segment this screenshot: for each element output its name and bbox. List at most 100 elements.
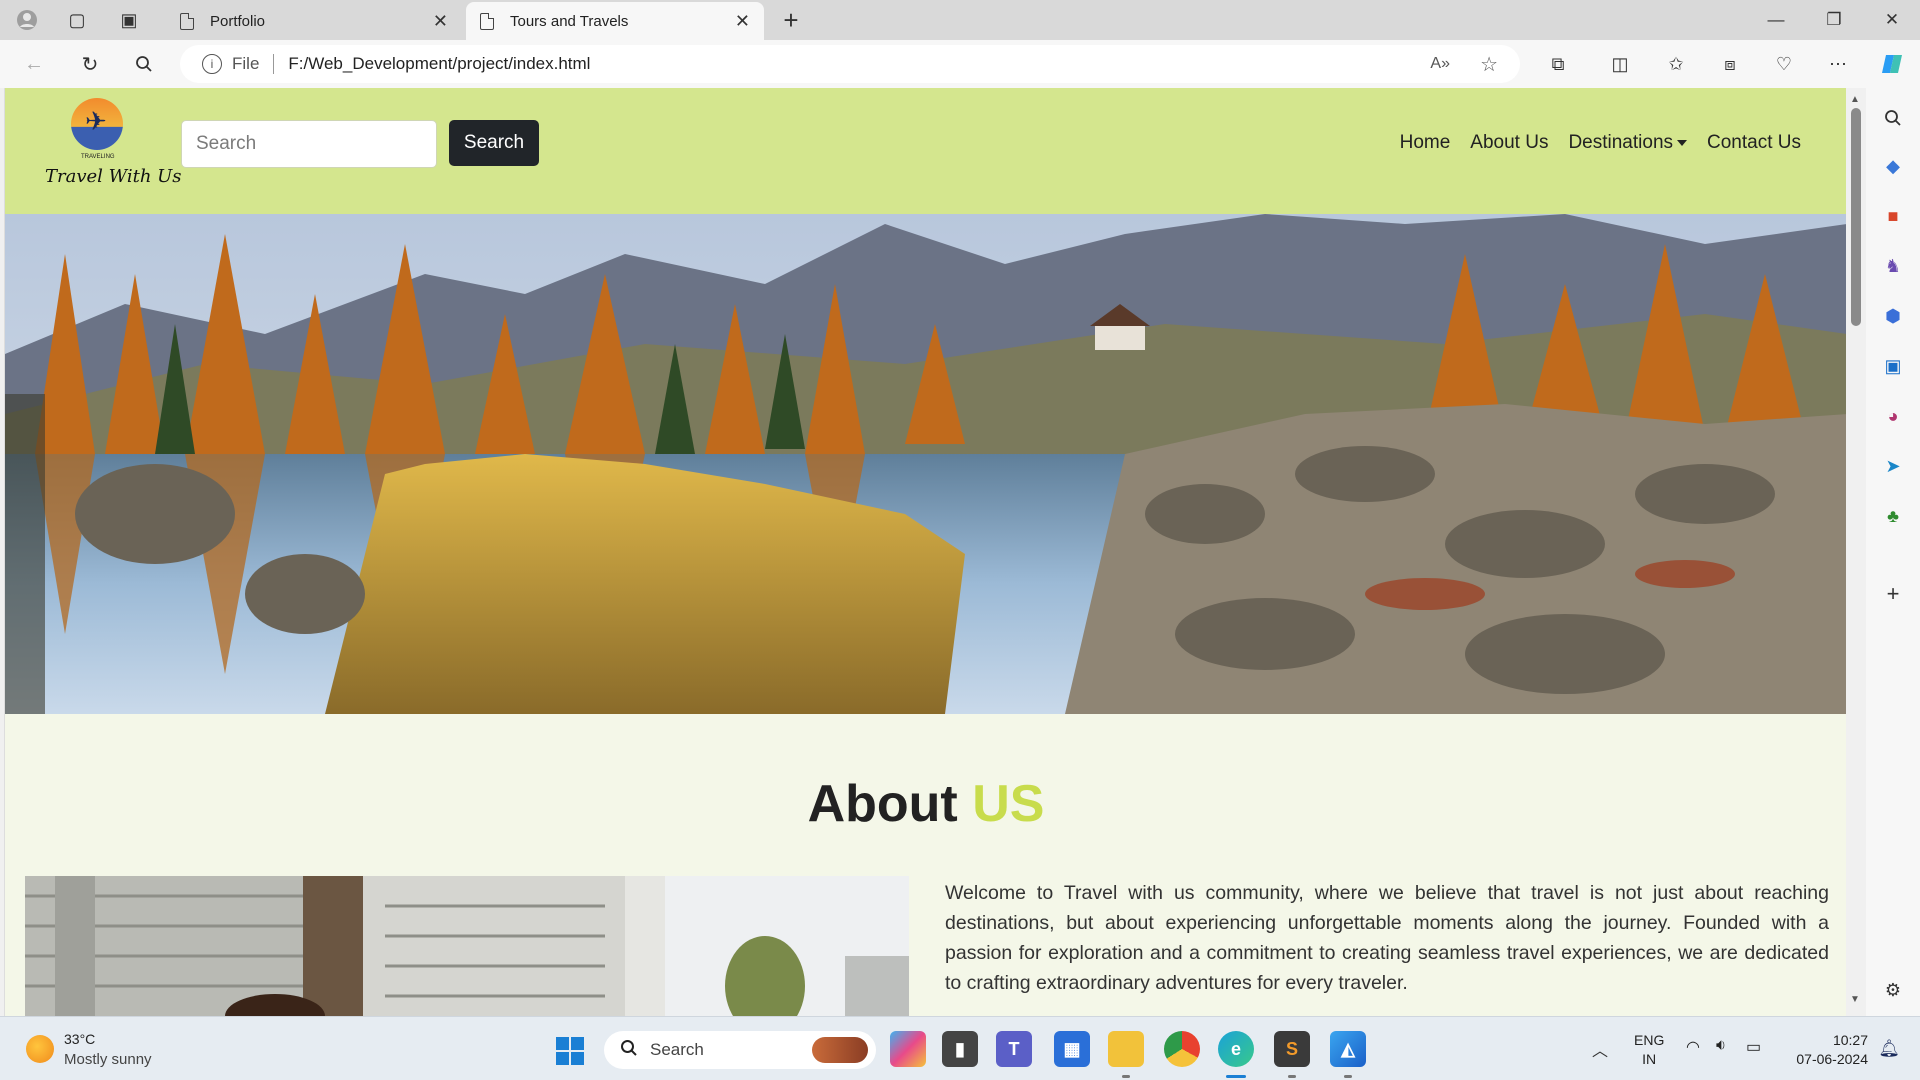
region-code: IN bbox=[1642, 1051, 1657, 1067]
about-paragraph: Welcome to Travel with us community, whe… bbox=[945, 882, 1829, 994]
close-icon[interactable]: ✕ bbox=[735, 11, 750, 32]
page-icon bbox=[180, 12, 194, 30]
nav-home[interactable]: Home bbox=[1400, 132, 1451, 154]
tree-icon[interactable]: ♣ bbox=[1881, 504, 1905, 528]
copilot-icon[interactable] bbox=[1876, 49, 1908, 79]
tools-icon[interactable]: ■ bbox=[1881, 204, 1905, 228]
more-menu-icon[interactable]: ⋯ bbox=[1822, 49, 1854, 79]
new-tab-button[interactable]: + bbox=[776, 5, 806, 35]
search-icon bbox=[620, 1039, 638, 1062]
about-title-accent: US bbox=[972, 775, 1045, 833]
send-icon[interactable]: ➤ bbox=[1881, 454, 1905, 478]
site-menu: Home About Us Destinations Contact Us bbox=[1400, 132, 1801, 154]
tab-title: Portfolio bbox=[210, 12, 266, 30]
file-explorer-icon[interactable] bbox=[1108, 1031, 1144, 1067]
weather-desc[interactable]: Mostly sunny bbox=[64, 1051, 152, 1068]
nav-contact-us[interactable]: Contact Us bbox=[1707, 132, 1801, 154]
nav-destinations[interactable]: Destinations bbox=[1568, 132, 1688, 154]
back-button[interactable]: ← bbox=[18, 49, 50, 79]
restore-button[interactable]: ❐ bbox=[1806, 0, 1862, 40]
info-icon[interactable]: i bbox=[202, 54, 222, 74]
volume-icon[interactable]: 🔉︎ bbox=[1716, 1037, 1726, 1055]
language-indicator[interactable]: ENG IN bbox=[1634, 1031, 1664, 1069]
browser-essentials-icon[interactable]: ♡ bbox=[1768, 49, 1800, 79]
minimize-button[interactable]: — bbox=[1748, 0, 1804, 40]
url-text[interactable]: F:/Web_Development/project/index.html bbox=[288, 54, 590, 74]
page-icon bbox=[480, 12, 494, 30]
weather-temp[interactable]: 33°C bbox=[64, 1031, 95, 1047]
clock-time: 10:27 bbox=[1832, 1032, 1868, 1048]
site-search-input[interactable] bbox=[181, 120, 437, 168]
profile-icon[interactable] bbox=[12, 6, 42, 34]
tab-title: Tours and Travels bbox=[510, 12, 629, 30]
close-icon[interactable]: ✕ bbox=[433, 11, 448, 32]
scroll-down-icon[interactable]: ▼ bbox=[1850, 994, 1860, 1005]
edge-icon[interactable]: e bbox=[1218, 1031, 1254, 1067]
site-navbar: ✈ TRAVELING Travel With Us Search Home A… bbox=[5, 88, 1846, 214]
vertical-tabs-icon[interactable]: ▣ bbox=[114, 6, 144, 34]
tab-portfolio[interactable]: Portfolio ✕ bbox=[166, 2, 462, 40]
page-viewport: ✈ TRAVELING Travel With Us Search Home A… bbox=[4, 88, 1846, 1016]
hero-landscape-image bbox=[5, 214, 1846, 714]
site-search-button[interactable]: Search bbox=[449, 120, 539, 166]
add-icon[interactable]: + bbox=[1881, 581, 1905, 606]
notification-bell-icon[interactable]: 🔔︎ bbox=[1878, 1039, 1900, 1059]
extensions-icon[interactable]: ⧉ bbox=[1542, 49, 1574, 79]
photos-icon[interactable]: ◭ bbox=[1330, 1031, 1366, 1067]
search-icon[interactable] bbox=[1881, 106, 1905, 130]
shopping-tag-icon[interactable]: ◆ bbox=[1881, 154, 1905, 178]
store-icon[interactable]: ▦ bbox=[1054, 1031, 1090, 1067]
system-clock[interactable]: 10:27 07-06-2024 bbox=[1796, 1031, 1868, 1069]
about-title-main: About bbox=[807, 775, 958, 833]
copilot-app-icon[interactable] bbox=[890, 1031, 926, 1067]
security-label: File bbox=[232, 54, 260, 73]
read-aloud-icon[interactable]: A» bbox=[1430, 55, 1450, 73]
refresh-button[interactable]: ↻ bbox=[74, 49, 106, 79]
site-logo[interactable]: ✈ TRAVELING Travel With Us bbox=[41, 98, 182, 198]
tab-tours-and-travels[interactable]: Tours and Travels ✕ bbox=[466, 2, 764, 40]
running-indicator bbox=[1344, 1075, 1352, 1078]
weather-sun-icon[interactable] bbox=[26, 1035, 54, 1063]
airplane-icon: ✈ bbox=[85, 106, 107, 136]
close-window-button[interactable]: ✕ bbox=[1864, 0, 1920, 40]
games-icon[interactable]: ♞ bbox=[1881, 254, 1905, 278]
workspaces-icon[interactable]: ▢ bbox=[62, 6, 92, 34]
taskbar-search[interactable]: Search bbox=[604, 1031, 876, 1069]
page-scrollbar[interactable]: ▲ ▼ bbox=[1846, 88, 1866, 1016]
tab-strip: ▢ ▣ Portfolio ✕ Tours and Travels ✕ + — … bbox=[0, 0, 1920, 40]
battery-icon[interactable]: ▭ bbox=[1746, 1037, 1761, 1057]
divider bbox=[273, 54, 275, 74]
favorite-star-icon[interactable]: ☆ bbox=[1480, 52, 1498, 77]
wifi-icon[interactable]: ◠ bbox=[1686, 1037, 1700, 1057]
language-code: ENG bbox=[1634, 1032, 1665, 1048]
clock-date: 07-06-2024 bbox=[1796, 1051, 1868, 1067]
scroll-thumb[interactable] bbox=[1851, 108, 1861, 326]
gear-icon[interactable]: ⚙ bbox=[1881, 978, 1905, 1002]
windows-taskbar: 33°C Mostly sunny Search ▮ T ▦ e S ◭ ︿ E… bbox=[0, 1016, 1920, 1080]
scroll-up-icon[interactable]: ▲ bbox=[1850, 94, 1860, 105]
running-indicator bbox=[1288, 1075, 1296, 1078]
search-icon[interactable] bbox=[128, 49, 160, 79]
edge-sidebar: ◆ ■ ♞ ⬢ ▣ ◕ ➤ ♣ + ⚙ bbox=[1866, 88, 1920, 1016]
about-section-title: About US bbox=[5, 774, 1846, 834]
windows-start-icon[interactable] bbox=[556, 1037, 584, 1065]
sublime-text-icon[interactable]: S bbox=[1274, 1031, 1310, 1067]
logo-small-text: TRAVELING bbox=[81, 154, 115, 160]
nav-destinations-label: Destinations bbox=[1568, 132, 1674, 153]
about-photo bbox=[25, 876, 909, 1016]
outlook-icon[interactable]: ▣ bbox=[1881, 354, 1905, 378]
chevron-up-icon[interactable]: ︿ bbox=[1592, 1037, 1608, 1061]
favorites-icon[interactable]: ✩ bbox=[1660, 49, 1692, 79]
split-screen-icon[interactable]: ◫ bbox=[1604, 49, 1636, 79]
caret-down-icon bbox=[1677, 139, 1688, 146]
address-bar[interactable]: i File F:/Web_Development/project/index.… bbox=[180, 45, 1520, 83]
microsoft-365-icon[interactable]: ⬢ bbox=[1881, 304, 1905, 328]
teams-icon[interactable]: T bbox=[996, 1031, 1032, 1067]
active-indicator bbox=[1226, 1075, 1246, 1078]
browser-toolbar: ← ↻ i File F:/Web_Development/project/in… bbox=[0, 40, 1920, 88]
file-app-icon[interactable]: ▮ bbox=[942, 1031, 978, 1067]
chrome-icon[interactable] bbox=[1164, 1031, 1200, 1067]
nav-about-us[interactable]: About Us bbox=[1470, 132, 1548, 154]
collections-icon[interactable]: ⧈ bbox=[1714, 49, 1746, 79]
designer-icon[interactable]: ◕ bbox=[1881, 404, 1905, 428]
